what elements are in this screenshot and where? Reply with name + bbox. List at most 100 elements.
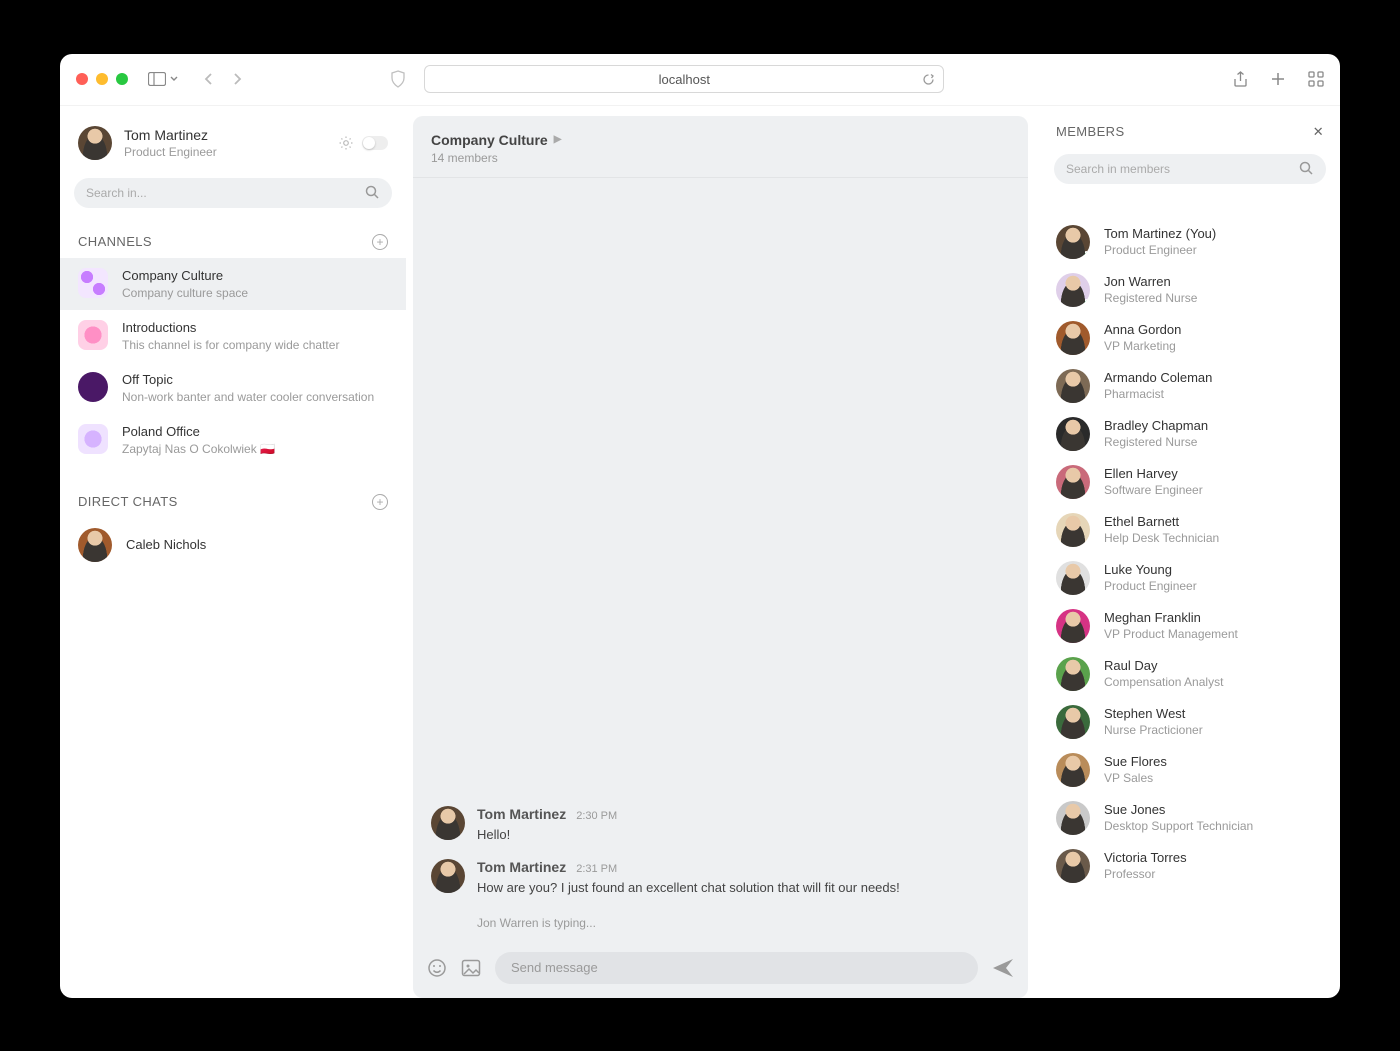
tab-overview-button[interactable] (1308, 71, 1324, 87)
member-item[interactable]: Sue Jones Desktop Support Technician (1054, 794, 1326, 842)
channel-name: Company Culture (122, 268, 248, 283)
member-name: Raul Day (1104, 658, 1223, 673)
member-item[interactable]: Sue Flores VP Sales (1054, 746, 1326, 794)
forward-button[interactable] (232, 72, 242, 86)
member-name: Victoria Torres (1104, 850, 1187, 865)
refresh-button[interactable] (922, 73, 935, 86)
member-avatar (1056, 753, 1090, 787)
url-text: localhost (659, 72, 710, 87)
channel-title-row[interactable]: Company Culture ▶ (431, 132, 1010, 148)
app-root: Tom Martinez Product Engineer CHANNELS + (60, 106, 1340, 998)
url-bar[interactable]: localhost (424, 65, 944, 93)
member-avatar (1056, 417, 1090, 451)
direct-chats-header: DIRECT CHATS + (60, 484, 406, 518)
members-search[interactable] (1054, 154, 1326, 184)
minimize-window-button[interactable] (96, 73, 108, 85)
member-item[interactable]: Ethel Barnett Help Desk Technician (1054, 506, 1326, 554)
member-avatar (1056, 273, 1090, 307)
message-input[interactable] (511, 960, 962, 975)
member-item[interactable]: Raul Day Compensation Analyst (1054, 650, 1326, 698)
member-item[interactable]: Armando Coleman Pharmacist (1054, 362, 1326, 410)
member-role: Compensation Analyst (1104, 675, 1223, 689)
chevron-down-icon (170, 75, 178, 83)
member-role: VP Marketing (1104, 339, 1181, 353)
member-item[interactable]: Jon Warren Registered Nurse (1054, 266, 1326, 314)
channel-icon (78, 424, 108, 454)
direct-chats-label: DIRECT CHATS (78, 494, 178, 509)
dm-item[interactable]: Caleb Nichols (60, 518, 406, 572)
member-role: Nurse Practicioner (1104, 723, 1203, 737)
members-panel: MEMBERS ✕ Tom Martinez (You) Product Eng… (1040, 106, 1340, 998)
privacy-shield-icon[interactable] (390, 70, 406, 88)
member-name: Ellen Harvey (1104, 466, 1203, 481)
status-toggle[interactable] (362, 136, 388, 150)
member-role: VP Sales (1104, 771, 1167, 785)
member-name: Stephen West (1104, 706, 1203, 721)
channel-name: Introductions (122, 320, 339, 335)
channel-icon (78, 268, 108, 298)
member-role: Product Engineer (1104, 243, 1216, 257)
nav-arrows (204, 72, 242, 86)
member-item[interactable]: Meghan Franklin VP Product Management (1054, 602, 1326, 650)
member-role: Product Engineer (1104, 579, 1197, 593)
add-channel-button[interactable]: + (372, 234, 388, 250)
message-body: How are you? I just found an excellent c… (477, 879, 900, 898)
browser-window: localhost Tom Martinez Product Engineer (60, 54, 1340, 998)
composer (413, 942, 1028, 998)
attach-image-button[interactable] (461, 959, 481, 977)
back-button[interactable] (204, 72, 214, 86)
composer-input-wrap[interactable] (495, 952, 978, 984)
channel-icon (78, 320, 108, 350)
channels-label: CHANNELS (78, 234, 152, 249)
message-avatar (431, 859, 465, 893)
sidebar-toggle-button[interactable] (148, 72, 178, 86)
member-item[interactable]: Bradley Chapman Registered Nurse (1054, 410, 1326, 458)
user-avatar[interactable] (78, 126, 112, 160)
message-body: Hello! (477, 826, 617, 845)
channels-list: Company Culture Company culture space In… (60, 258, 406, 466)
channel-item[interactable]: Off Topic Non-work banter and water cool… (60, 362, 406, 414)
channel-item[interactable]: Poland Office Zapytaj Nas O Cokolwiek 🇵🇱 (60, 414, 406, 466)
member-avatar (1056, 321, 1090, 355)
messages-list: Tom Martinez 2:30 PM Hello! Tom Martinez… (413, 178, 1028, 942)
sidebar-search-input[interactable] (86, 186, 357, 200)
message: Tom Martinez 2:30 PM Hello! (431, 806, 1010, 845)
add-dm-button[interactable]: + (372, 494, 388, 510)
member-role: Help Desk Technician (1104, 531, 1219, 545)
sidebar: Tom Martinez Product Engineer CHANNELS + (60, 106, 407, 998)
member-avatar (1056, 465, 1090, 499)
member-item[interactable]: Ellen Harvey Software Engineer (1054, 458, 1326, 506)
member-name: Anna Gordon (1104, 322, 1181, 337)
new-tab-button[interactable] (1270, 71, 1286, 87)
profile-row: Tom Martinez Product Engineer (60, 118, 406, 172)
close-window-button[interactable] (76, 73, 88, 85)
send-button[interactable] (992, 958, 1014, 978)
channel-desc: Company culture space (122, 286, 248, 300)
channel-item[interactable]: Company Culture Company culture space (60, 258, 406, 310)
emoji-button[interactable] (427, 958, 447, 978)
member-item[interactable]: Stephen West Nurse Practicioner (1054, 698, 1326, 746)
maximize-window-button[interactable] (116, 73, 128, 85)
message-author: Tom Martinez (477, 806, 566, 822)
message-time: 2:31 PM (576, 863, 617, 875)
channel-item[interactable]: Introductions This channel is for compan… (60, 310, 406, 362)
members-search-input[interactable] (1066, 162, 1299, 176)
sidebar-search[interactable] (74, 178, 392, 208)
member-avatar (1056, 225, 1090, 259)
member-item[interactable]: Luke Young Product Engineer (1054, 554, 1326, 602)
member-role: VP Product Management (1104, 627, 1238, 641)
member-name: Bradley Chapman (1104, 418, 1208, 433)
member-name: Sue Flores (1104, 754, 1167, 769)
typing-indicator: Jon Warren is typing... (431, 912, 1010, 934)
gear-icon[interactable] (338, 135, 354, 151)
member-name: Meghan Franklin (1104, 610, 1238, 625)
close-members-button[interactable]: ✕ (1313, 124, 1324, 140)
search-icon (1299, 161, 1314, 176)
member-item[interactable]: Anna Gordon VP Marketing (1054, 314, 1326, 362)
dm-avatar (78, 528, 112, 562)
member-item[interactable]: Victoria Torres Professor (1054, 842, 1326, 890)
channel-header: Company Culture ▶ 14 members (413, 116, 1028, 178)
chrome-right-controls (1233, 71, 1324, 88)
member-item[interactable]: Tom Martinez (You) Product Engineer (1054, 218, 1326, 266)
share-button[interactable] (1233, 71, 1248, 88)
